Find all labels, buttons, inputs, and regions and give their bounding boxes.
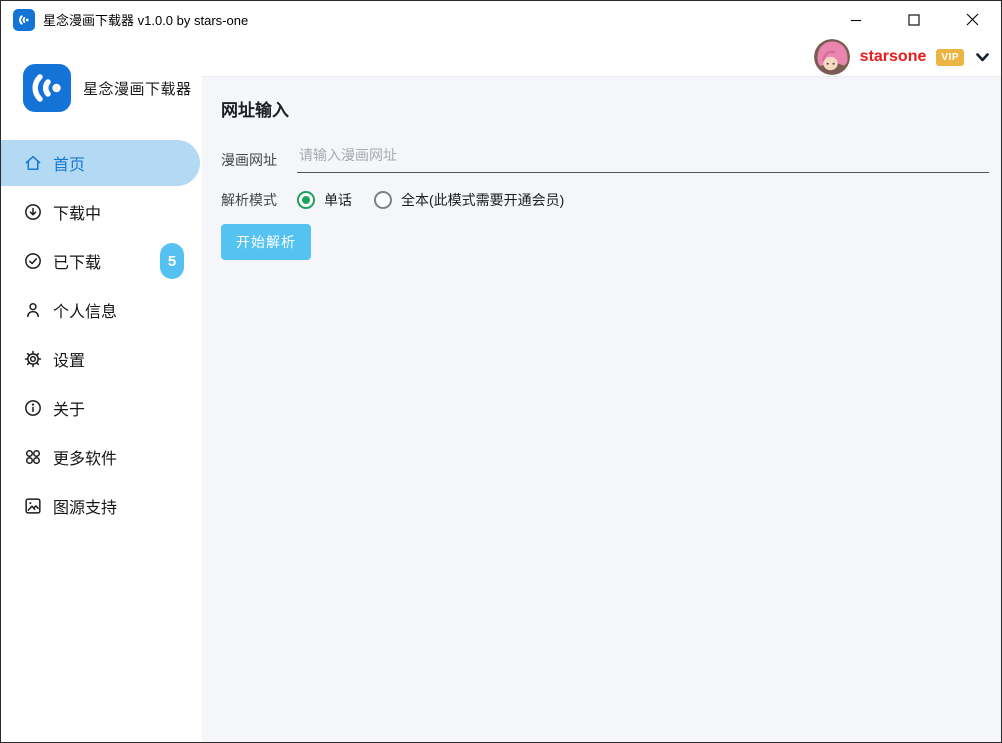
radio-dot bbox=[302, 196, 310, 204]
avatar[interactable] bbox=[814, 39, 850, 75]
radio-full-book-label[interactable]: 全本(此模式需要开通会员) bbox=[401, 190, 564, 210]
url-label: 漫画网址 bbox=[221, 150, 281, 170]
sidebar-item-label: 关于 bbox=[53, 396, 85, 420]
sidebar-item-label: 首页 bbox=[53, 151, 85, 175]
apps-grid-icon bbox=[23, 447, 43, 467]
user-menu[interactable]: starsone VIP bbox=[814, 39, 989, 75]
gear-icon bbox=[23, 349, 43, 369]
vip-badge: VIP bbox=[936, 49, 964, 66]
username: starsone bbox=[860, 48, 927, 66]
sidebar-item-about[interactable]: 关于 bbox=[1, 385, 202, 431]
sidebar-item-more-software[interactable]: 更多软件 bbox=[1, 434, 202, 480]
maximize-button[interactable] bbox=[885, 1, 943, 38]
app-window: 星念漫画下载器 v1.0.0 by stars-one bbox=[0, 0, 1002, 743]
sidebar-item-label: 图源支持 bbox=[53, 494, 117, 518]
sidebar-item-label: 下载中 bbox=[53, 200, 101, 224]
window-controls bbox=[827, 1, 1001, 38]
mode-label: 解析模式 bbox=[221, 190, 281, 210]
right-pane: starsone VIP 网址输入 漫画网址 解析模式 bbox=[202, 38, 1001, 742]
user-icon bbox=[23, 300, 43, 320]
mode-radio-group: 单话 全本(此模式需要开通会员) bbox=[297, 190, 564, 210]
download-circle-icon bbox=[23, 202, 43, 222]
sidebar-item-label: 个人信息 bbox=[53, 298, 117, 322]
start-parse-button[interactable]: 开始解析 bbox=[221, 224, 311, 260]
check-circle-icon bbox=[23, 251, 43, 271]
sidebar-item-home[interactable]: 首页 bbox=[1, 140, 200, 186]
comic-url-input[interactable] bbox=[297, 147, 989, 173]
sidebar-item-label: 已下载 bbox=[53, 249, 101, 273]
section-title: 网址输入 bbox=[221, 96, 989, 121]
home-icon bbox=[23, 153, 43, 173]
main-content: 网址输入 漫画网址 解析模式 单话 全本(此模式需要开通会员) 开始解析 bbox=[202, 77, 1001, 742]
downloaded-count-badge: 5 bbox=[160, 243, 184, 279]
titlebar: 星念漫画下载器 v1.0.0 by stars-one bbox=[1, 1, 1001, 38]
brand-name: 星念漫画下载器 bbox=[83, 78, 192, 99]
close-button[interactable] bbox=[943, 1, 1001, 38]
titlebar-left: 星念漫画下载器 v1.0.0 by stars-one bbox=[1, 9, 248, 31]
sidebar-item-downloaded[interactable]: 已下载 5 bbox=[1, 238, 202, 284]
sidebar-item-downloading[interactable]: 下载中 bbox=[1, 189, 202, 235]
window-title: 星念漫画下载器 v1.0.0 by stars-one bbox=[43, 10, 248, 29]
parse-mode-row: 解析模式 单话 全本(此模式需要开通会员) bbox=[221, 190, 989, 210]
url-input-row: 漫画网址 bbox=[221, 147, 989, 173]
app-logo-icon bbox=[13, 9, 35, 31]
sidebar-item-image-sources[interactable]: 图源支持 bbox=[1, 483, 202, 529]
minimize-button[interactable] bbox=[827, 1, 885, 38]
radio-single-chapter[interactable] bbox=[297, 191, 315, 209]
sidebar-item-label: 设置 bbox=[53, 347, 85, 371]
radio-full-book[interactable] bbox=[374, 191, 392, 209]
sidebar: 星念漫画下载器 首页 bbox=[1, 38, 202, 742]
brand: 星念漫画下载器 bbox=[1, 38, 202, 112]
image-icon bbox=[23, 496, 43, 516]
sidebar-item-label: 更多软件 bbox=[53, 445, 117, 469]
info-circle-icon bbox=[23, 398, 43, 418]
radio-single-chapter-label[interactable]: 单话 bbox=[324, 190, 352, 210]
topbar: starsone VIP bbox=[202, 38, 1001, 77]
sidebar-item-profile[interactable]: 个人信息 bbox=[1, 287, 202, 333]
app-body: 星念漫画下载器 首页 bbox=[1, 38, 1001, 742]
brand-logo-icon bbox=[23, 64, 71, 112]
chevron-down-icon[interactable] bbox=[976, 53, 989, 62]
sidebar-item-settings[interactable]: 设置 bbox=[1, 336, 202, 382]
sidebar-menu: 首页 下载中 已下载 bbox=[1, 140, 202, 532]
